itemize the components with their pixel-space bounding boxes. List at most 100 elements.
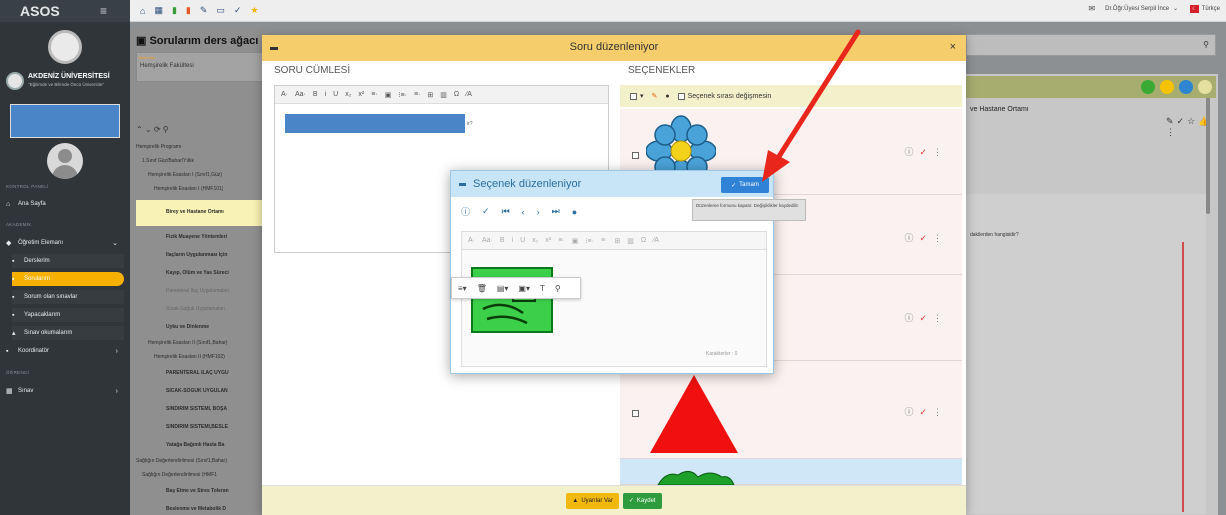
- menu-toggle-icon[interactable]: ≡: [100, 4, 107, 18]
- underline-tool[interactable]: U: [520, 237, 525, 244]
- sidebar-item-exam[interactable]: ▦ Sınav ›: [6, 384, 124, 398]
- language-selector[interactable]: Türkçe: [1202, 6, 1220, 12]
- close-icon[interactable]: ×: [950, 41, 956, 53]
- tree-node-selected[interactable]: Birey ve Hastane Ortamı: [136, 200, 268, 226]
- star-icon[interactable]: ★: [250, 5, 258, 16]
- sidebar-item-home[interactable]: ⌂ Ana Sayfa: [6, 197, 124, 211]
- option-row[interactable]: ⓘ ✓ ⋮: [620, 361, 962, 459]
- tree-node[interactable]: Fizik Muayene Yöntemleri: [166, 234, 266, 240]
- option-actions[interactable]: ⓘ ✓ ⋮: [904, 311, 942, 324]
- option-row[interactable]: [620, 459, 962, 485]
- last-icon[interactable]: ⏭: [552, 206, 560, 217]
- italic-tool[interactable]: i: [512, 237, 514, 244]
- next-icon[interactable]: ›: [537, 207, 540, 217]
- minimize-icon[interactable]: [459, 183, 466, 186]
- columns-tool[interactable]: ▥: [627, 237, 634, 245]
- tree-node[interactable]: Kayıp, Ölüm ve Yas Süreci: [166, 270, 266, 276]
- align-tool[interactable]: ≡·: [558, 237, 564, 244]
- tree-node[interactable]: Uyku ve Dinlenme: [166, 324, 266, 330]
- copy-button[interactable]: [1160, 80, 1174, 94]
- sidebar-item-questions[interactable]: ▪ Sorularım: [12, 272, 124, 286]
- tree-node[interactable]: Baş Etme ve Stres Toleran: [166, 488, 266, 494]
- tree-node[interactable]: Parenteral İlaç Uygulamaları: [166, 288, 266, 294]
- ordered-list-tool[interactable]: ⁝≡·: [585, 237, 594, 245]
- superscript-tool[interactable]: x²: [545, 237, 551, 244]
- table-tool[interactable]: ⊞: [614, 237, 620, 245]
- tree-node[interactable]: Sağlığın Değerlendirilmesi (HMF1: [142, 472, 266, 478]
- tree-node[interactable]: Beslenme ve Metabolik D: [166, 506, 266, 512]
- tree-node[interactable]: SİNDİRİM SİSTEMİ,BESLE: [166, 424, 266, 430]
- tree-node[interactable]: Sağlığın Değerlendirilmesi (Sınıf1,Bahar…: [136, 458, 266, 464]
- info-icon[interactable]: ⓘ: [461, 205, 470, 218]
- chevron-down-icon[interactable]: ⌄: [1173, 5, 1178, 12]
- tree-node[interactable]: Hemşirelik Esasları I (HMF101): [154, 186, 223, 192]
- align-icon[interactable]: ≡▾: [458, 284, 467, 293]
- columns-tool[interactable]: ▥: [440, 91, 447, 99]
- font-case-tool[interactable]: Aa·: [482, 237, 493, 244]
- alt-text-icon[interactable]: T: [540, 284, 545, 293]
- ordered-list-tool[interactable]: ⁝≡·: [398, 91, 407, 99]
- option-order-checkbox[interactable]: [677, 92, 685, 100]
- mail-icon[interactable]: ✉: [1088, 4, 1095, 13]
- warnings-button[interactable]: ▲ Uyarılar Var: [566, 492, 619, 509]
- save-button[interactable]: ✓ Kaydet: [622, 492, 662, 509]
- view-button[interactable]: [1179, 80, 1193, 94]
- tree-node[interactable]: Hemşirelik Programı: [136, 144, 181, 150]
- image-size-icon[interactable]: ▣▾: [518, 284, 530, 293]
- add-button[interactable]: [1141, 80, 1155, 94]
- calendar-icon[interactable]: ▦: [154, 5, 163, 16]
- info-icon[interactable]: ●: [665, 93, 669, 100]
- option-checkbox[interactable]: [632, 151, 639, 159]
- image-tool[interactable]: ▣: [385, 91, 392, 99]
- sidebar-item-instructor[interactable]: ◆ Öğretim Elemanı ⌄: [6, 236, 124, 250]
- book-icon[interactable]: ▮: [172, 5, 177, 16]
- clear-format-tool[interactable]: ⁄A: [653, 237, 659, 244]
- user-menu[interactable]: Dr.Öğr.Üyesi Serpil İnce: [1105, 6, 1169, 12]
- sidebar-item-courses[interactable]: ▪ Derslerim: [12, 254, 124, 268]
- clear-format-tool[interactable]: ⁄A: [466, 91, 472, 98]
- special-char-tool[interactable]: Ω: [454, 91, 459, 98]
- avatar[interactable]: [47, 143, 83, 179]
- tree-node[interactable]: Sıcak-Soğuk Uygulamaları: [166, 306, 266, 312]
- delete-icon[interactable]: 🗑: [477, 284, 487, 293]
- image-layout-icon[interactable]: ▤▾: [497, 284, 509, 293]
- tree-node[interactable]: SİNDİRİM SİSTEMİ, BOŞA: [166, 406, 266, 412]
- table-tool[interactable]: ⊞: [427, 91, 433, 99]
- bold-tool[interactable]: B: [313, 91, 318, 98]
- tree-node[interactable]: Hemşirelik Esasları I (Sınıf1,Güz): [148, 172, 222, 178]
- sidebar-item-todo[interactable]: ▪ Yapacaklarım: [12, 308, 124, 322]
- option-actions[interactable]: ⓘ ✓ ⋮: [904, 405, 942, 418]
- question-actions[interactable]: ✎✓☆👍⋮: [1166, 116, 1218, 138]
- pencil-icon[interactable]: ✎: [652, 92, 658, 100]
- subscript-tool[interactable]: x₂: [345, 91, 351, 98]
- home-icon[interactable]: ⌂: [140, 6, 145, 16]
- tree-node[interactable]: 1.Sınıf Güz/Bahar/Yıllık: [142, 158, 194, 164]
- tree-controls[interactable]: ⌃ ⌄ ⟳ ⚲: [136, 125, 169, 134]
- check-icon[interactable]: ✓: [482, 206, 490, 217]
- unordered-list-tool[interactable]: ≡·: [414, 91, 420, 98]
- unit-select[interactable]: Birim Adı Hemşirelik Fakültesi: [136, 52, 264, 82]
- chevron-down-icon[interactable]: ▾: [640, 92, 644, 100]
- question-icon[interactable]: ▮: [186, 5, 191, 16]
- option-checkbox[interactable]: [632, 409, 639, 417]
- unordered-list-tool[interactable]: ≡·: [601, 237, 607, 244]
- check-icon[interactable]: ✓: [234, 5, 242, 16]
- history-button[interactable]: [1198, 80, 1212, 94]
- option-actions[interactable]: ⓘ ✓ ⋮: [904, 231, 942, 244]
- tree-node[interactable]: Hemşirelik Esasları II (Sınıf1,Bahar): [148, 340, 266, 346]
- tree-node[interactable]: PARENTERAL İLAÇ UYGU: [166, 370, 266, 376]
- tree-node[interactable]: İlaçların Uygulanması İçin: [166, 252, 266, 258]
- align-tool[interactable]: ≡·: [371, 91, 377, 98]
- select-all-checkbox[interactable]: [630, 92, 637, 100]
- scrollbar[interactable]: [1206, 94, 1210, 214]
- link-icon[interactable]: ⚲: [555, 284, 561, 293]
- tree-node[interactable]: Yatağa Bağımlı Hasta Ba: [166, 442, 266, 448]
- superscript-tool[interactable]: x²: [358, 91, 364, 98]
- font-case-tool[interactable]: Aa·: [295, 91, 306, 98]
- sidebar-item-quizzes[interactable]: ▪ Sorum olan sınavlar: [12, 290, 124, 304]
- first-icon[interactable]: ⏮: [502, 206, 510, 217]
- italic-tool[interactable]: i: [325, 91, 327, 98]
- underline-tool[interactable]: U: [333, 91, 338, 98]
- tree-node[interactable]: SICAK-SOĞUK UYGULAN: [166, 388, 266, 394]
- monitor-icon[interactable]: ▭: [216, 5, 225, 16]
